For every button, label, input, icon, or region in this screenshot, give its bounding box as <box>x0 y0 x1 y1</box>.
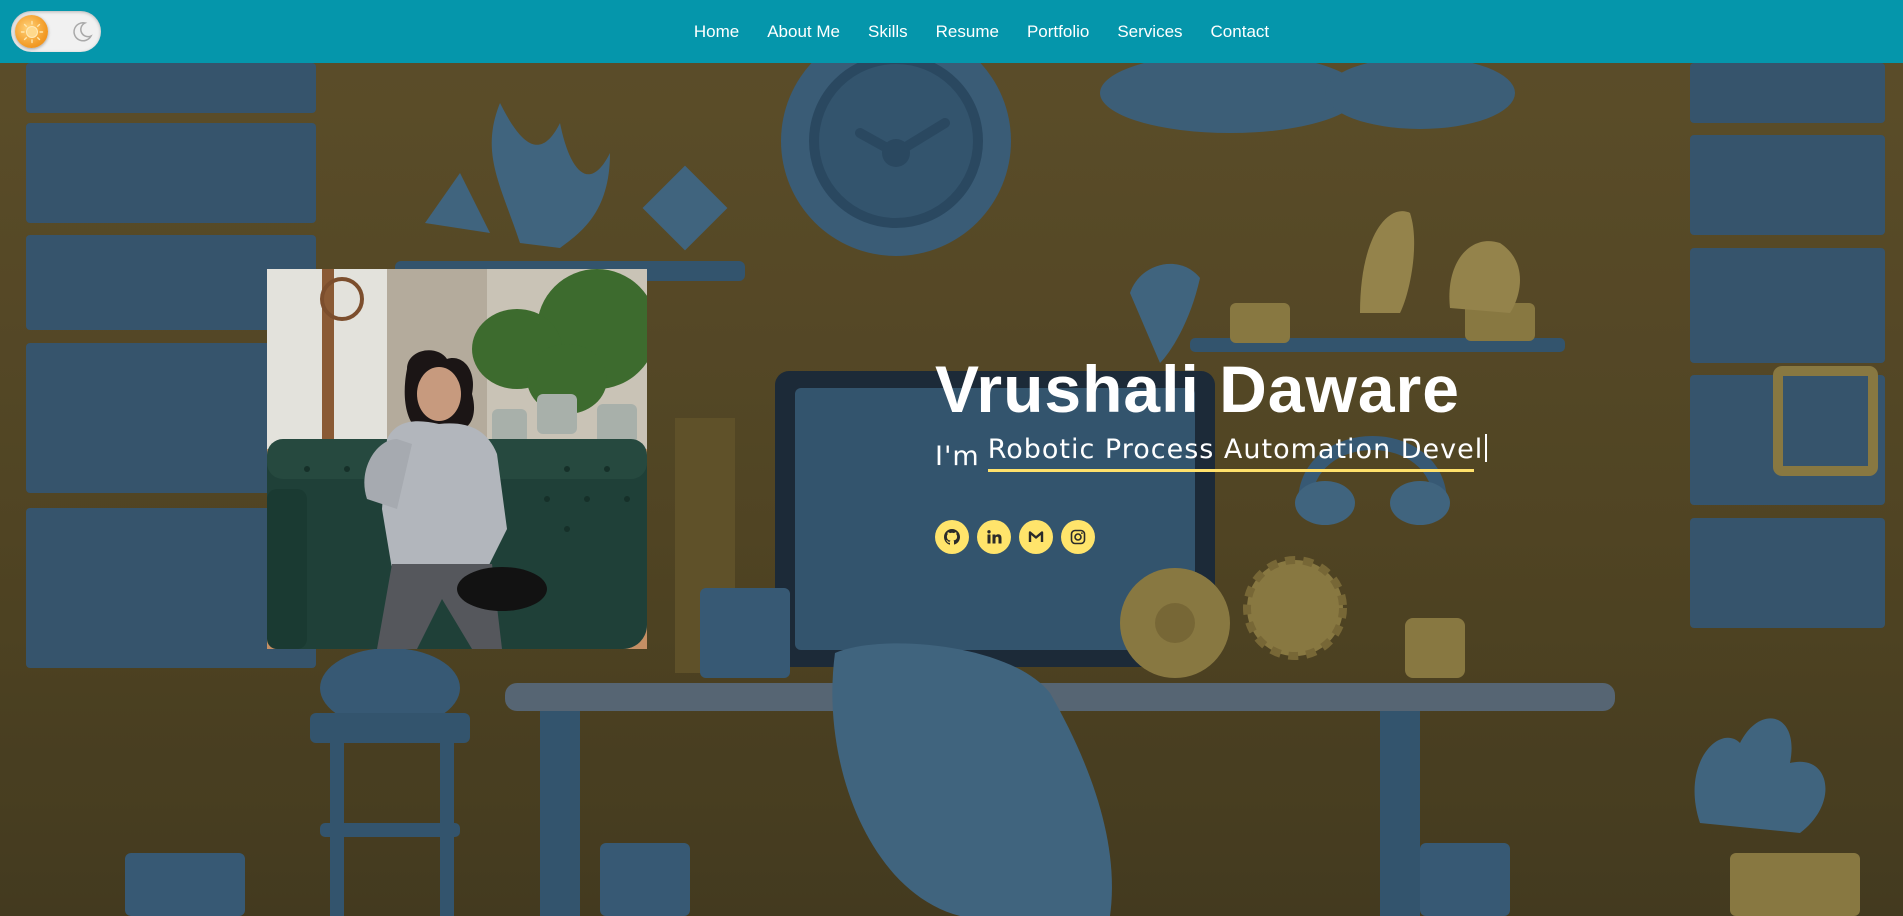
nav-contact[interactable]: Contact <box>1211 22 1270 42</box>
nav-resume[interactable]: Resume <box>936 22 999 42</box>
github-link[interactable] <box>935 519 969 554</box>
nav-about-me[interactable]: About Me <box>767 22 840 42</box>
linkedin-link[interactable] <box>977 519 1011 554</box>
profile-photo <box>267 269 647 649</box>
top-navbar: Home About Me Skills Resume Portfolio Se… <box>0 0 1903 63</box>
nav-services[interactable]: Services <box>1117 22 1182 42</box>
github-icon <box>944 528 960 545</box>
linkedin-icon <box>987 529 1002 544</box>
typed-role: Robotic Process Automation Devel <box>987 433 1488 472</box>
gmail-icon <box>1028 530 1044 542</box>
gmail-link[interactable] <box>1019 519 1053 554</box>
role-prefix: I'm <box>935 440 980 472</box>
nav-skills[interactable]: Skills <box>868 22 908 42</box>
instagram-icon <box>1070 529 1086 544</box>
hero-role-line: I'm Robotic Process Automation Devel <box>935 433 1575 472</box>
hero-intro: Vrushali Daware I'm Robotic Process Auto… <box>935 353 1575 554</box>
nav-home[interactable]: Home <box>694 22 739 42</box>
hero-section: Vrushali Daware I'm Robotic Process Auto… <box>0 63 1903 916</box>
typed-role-text: Robotic Process Automation Devel <box>987 433 1484 465</box>
main-nav: Home About Me Skills Resume Portfolio Se… <box>0 0 1903 63</box>
instagram-link[interactable] <box>1061 519 1095 554</box>
typing-caret <box>1485 433 1488 462</box>
nav-portfolio[interactable]: Portfolio <box>1027 22 1089 42</box>
hero-name: Vrushali Daware <box>935 352 1460 426</box>
social-links <box>935 519 1575 554</box>
